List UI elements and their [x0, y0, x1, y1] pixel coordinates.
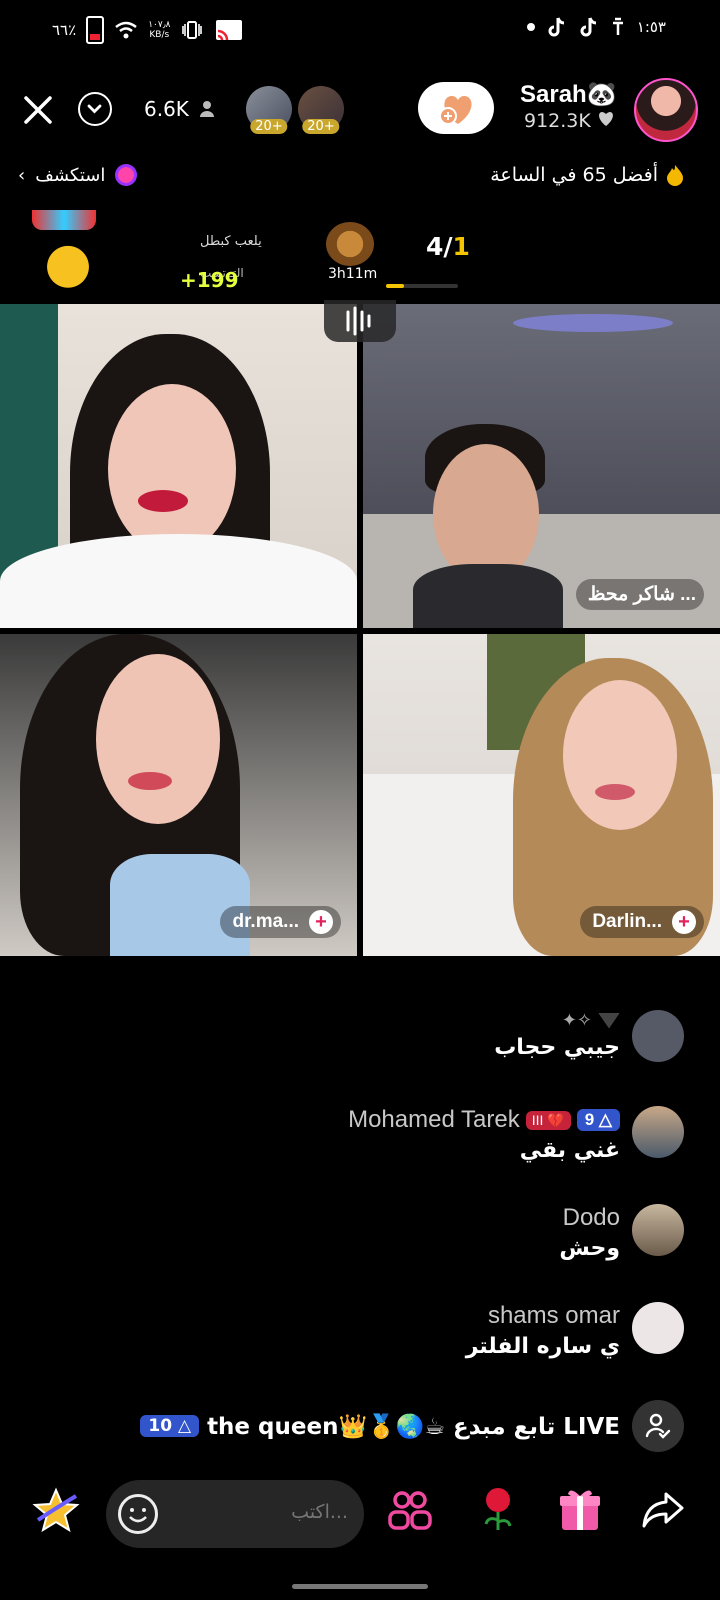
gift-icon[interactable] [556, 1484, 604, 1534]
round-counter: 4/1 [426, 232, 470, 261]
top-gift-icon [32, 210, 96, 230]
game-line-1: يلعب كبطل [200, 234, 262, 249]
game-timer: 3h11m [328, 266, 378, 282]
emoji-icon[interactable] [118, 1494, 158, 1534]
guest-video-2[interactable]: شاكر محظ ... [363, 304, 720, 628]
home-indicator[interactable] [292, 1584, 428, 1589]
audio-bars-icon [346, 306, 371, 336]
group-avatar[interactable]: 20+ [246, 86, 292, 134]
game-score: +199 [180, 268, 239, 292]
guest-video-3[interactable]: dr.ma... + [0, 634, 357, 956]
chevron-left-icon: ‹ [18, 164, 26, 186]
wifi-icon [115, 21, 137, 39]
video-grid: شاكر محظ ... dr.ma... + Darlin... + [0, 304, 720, 956]
viewer-count[interactable]: 6.6K [144, 97, 215, 121]
viewer-count-value: 6.6K [144, 97, 189, 121]
game-strip[interactable]: يلعب كبطل التـ تسب +199 3h11m 4/1 [0, 208, 720, 300]
clock: ١:٥٣ [636, 18, 666, 36]
person-check-icon [645, 1413, 671, 1439]
status-bar: ٦٦٪ ١٠٧٫٨ KB/s ١:٥٣ [0, 0, 720, 60]
chat-message[interactable]: ✦✧ جيبي حجاب [494, 1010, 684, 1062]
chat-username[interactable]: Dodo [563, 1204, 620, 1232]
diamond-icon [598, 1012, 620, 1029]
chat-message[interactable]: Dodo وحش [559, 1204, 684, 1261]
share-icon[interactable] [640, 1488, 686, 1532]
chat-avatar[interactable] [632, 1010, 684, 1062]
network-speed: ١٠٧٫٨ KB/s [148, 20, 171, 40]
heart-plus-icon [439, 96, 472, 125]
explore-label: استكشف [35, 164, 106, 186]
comment-box[interactable] [106, 1480, 364, 1548]
round-progress [386, 284, 458, 288]
close-icon[interactable] [20, 92, 56, 128]
sparkle-icon: ✦✧ [561, 1010, 592, 1030]
layout-toggle[interactable] [324, 300, 396, 342]
guest-name-tag[interactable]: شاكر محظ ... [575, 579, 704, 610]
guest-video-4[interactable]: Darlin... + [363, 634, 720, 956]
rose-gift-icon[interactable] [474, 1484, 522, 1534]
chat-message[interactable]: Mohamed Tarek III 💔 9 △ غني بقي [348, 1106, 684, 1163]
group-count-badge: 20+ [302, 119, 340, 134]
chat-avatar[interactable] [632, 1204, 684, 1256]
chat-text: جيبي حجاب [494, 1035, 620, 1060]
follow-guest-icon[interactable]: + [309, 910, 333, 934]
hourly-rank-label: أفضل 65 في الساعة [490, 164, 658, 186]
guest-name-tag[interactable]: dr.ma... + [220, 906, 341, 938]
hourly-ranking[interactable]: أفضل 65 في الساعة [490, 164, 684, 186]
guest-name-tag[interactable]: Darlin... + [580, 906, 704, 938]
chat-username[interactable]: shams omar [488, 1302, 620, 1330]
follow-creator-button[interactable] [632, 1400, 684, 1452]
person-icon [199, 101, 214, 117]
guests-icon[interactable] [386, 1486, 434, 1534]
data-icon [612, 17, 623, 35]
chat-username[interactable]: Mohamed Tarek [348, 1106, 520, 1134]
notification-dot [526, 23, 535, 31]
guest-face [108, 384, 236, 554]
guest-face [563, 680, 677, 830]
chevron-down-icon [87, 104, 102, 114]
explore-button[interactable]: ‹ استكشف [18, 164, 138, 186]
status-left: ٦٦٪ ١٠٧٫٨ KB/s [52, 16, 244, 44]
chat-text: وحش [559, 1236, 620, 1261]
chat-message[interactable]: 10 △ the queen👑🥇🌏☕ تابع مبدع LIVE [140, 1400, 684, 1452]
star-effects-icon[interactable] [32, 1486, 80, 1534]
follow-guest-icon[interactable]: + [672, 910, 696, 934]
fan-badge: III 💔 [525, 1110, 571, 1130]
level-badge: 9 △ [576, 1109, 620, 1131]
fire-icon [667, 165, 683, 186]
chat-text: غني بقي [519, 1138, 620, 1163]
explore-icon [115, 164, 138, 186]
cast-icon [216, 20, 243, 41]
group-count-badge: 20+ [250, 119, 288, 134]
host-name[interactable]: Sarah🐼 [520, 80, 617, 109]
guest-video-1[interactable] [0, 304, 357, 628]
tiktok-icon [580, 17, 596, 37]
vibrate-icon [182, 21, 203, 39]
group-avatar[interactable]: 20+ [298, 86, 344, 134]
level-badge: 10 △ [140, 1415, 200, 1437]
lion-gift-icon [326, 222, 374, 266]
chat-text: ي ساره الفلتر [465, 1334, 620, 1359]
battery-icon [86, 16, 105, 44]
heart-icon [598, 112, 613, 126]
crown-emoji-icon [38, 232, 98, 290]
chat-avatar[interactable] [632, 1302, 684, 1354]
host-likes: 912.3K [524, 110, 615, 132]
host-avatar[interactable] [634, 78, 698, 142]
chat-avatar[interactable] [632, 1106, 684, 1158]
comment-input[interactable] [216, 1500, 350, 1524]
tiktok-icon [548, 17, 564, 37]
guest-face [433, 444, 539, 584]
collapse-button[interactable] [78, 92, 112, 126]
status-right: ١:٥٣ [526, 16, 666, 38]
round-progress-fill [386, 284, 404, 288]
follow-button[interactable] [418, 82, 494, 134]
guest-face [96, 654, 220, 824]
chat-message[interactable]: shams omar ي ساره الفلتر [466, 1302, 684, 1359]
chat-text: the queen👑🥇🌏☕ تابع مبدع LIVE [207, 1413, 620, 1440]
battery-percent: ٦٦٪ [52, 21, 77, 39]
